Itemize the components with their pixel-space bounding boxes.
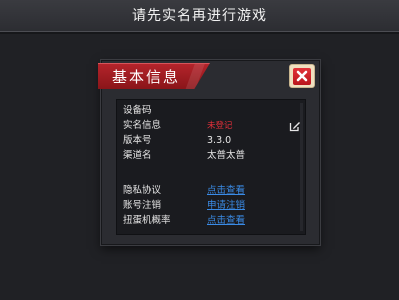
channel-value: 太普太普 [207, 150, 246, 161]
row-version: 版本号 3.3.0 [123, 134, 303, 148]
game-screen: 请先实名再进行游戏 基本信息 设备码 实名信息 未登记 版本号 3.3.0 渠道… [0, 0, 399, 300]
row-channel: 渠道名 太普太普 [123, 149, 303, 163]
device-code-label: 设备码 [123, 105, 152, 116]
basic-info-dialog: 基本信息 设备码 实名信息 未登记 版本号 3.3.0 渠道名 太普太普 隐私协… [98, 60, 320, 245]
privacy-label: 隐私协议 [123, 185, 162, 196]
realname-value: 未登记 [207, 121, 233, 131]
channel-label: 渠道名 [123, 150, 152, 161]
close-button[interactable] [289, 64, 315, 88]
info-panel: 设备码 实名信息 未登记 版本号 3.3.0 渠道名 太普太普 隐私协议 点击查… [116, 99, 306, 235]
scrollbar[interactable] [300, 103, 303, 231]
account-cancel-label: 账号注销 [123, 200, 162, 211]
top-title: 请先实名再进行游戏 [132, 8, 267, 24]
version-label: 版本号 [123, 135, 152, 146]
gacha-odds-label: 扭蛋机概率 [123, 215, 171, 226]
row-account-cancel: 账号注销 申请注销 [123, 199, 303, 213]
row-realname: 实名信息 未登记 [123, 119, 303, 133]
version-value: 3.3.0 [207, 135, 232, 146]
row-gacha-odds: 扭蛋机概率 点击查看 [123, 214, 303, 228]
close-x-icon [293, 67, 311, 85]
row-privacy: 隐私协议 点击查看 [123, 184, 303, 198]
account-cancel-link[interactable]: 申请注销 [207, 199, 245, 213]
dialog-header-ribbon: 基本信息 [98, 63, 210, 89]
dialog-title: 基本信息 [112, 68, 181, 86]
realname-label: 实名信息 [123, 120, 162, 131]
privacy-link[interactable]: 点击查看 [207, 184, 245, 198]
gacha-odds-link[interactable]: 点击查看 [207, 214, 245, 228]
row-device-code: 设备码 [123, 104, 303, 118]
top-title-bar: 请先实名再进行游戏 [0, 0, 399, 34]
